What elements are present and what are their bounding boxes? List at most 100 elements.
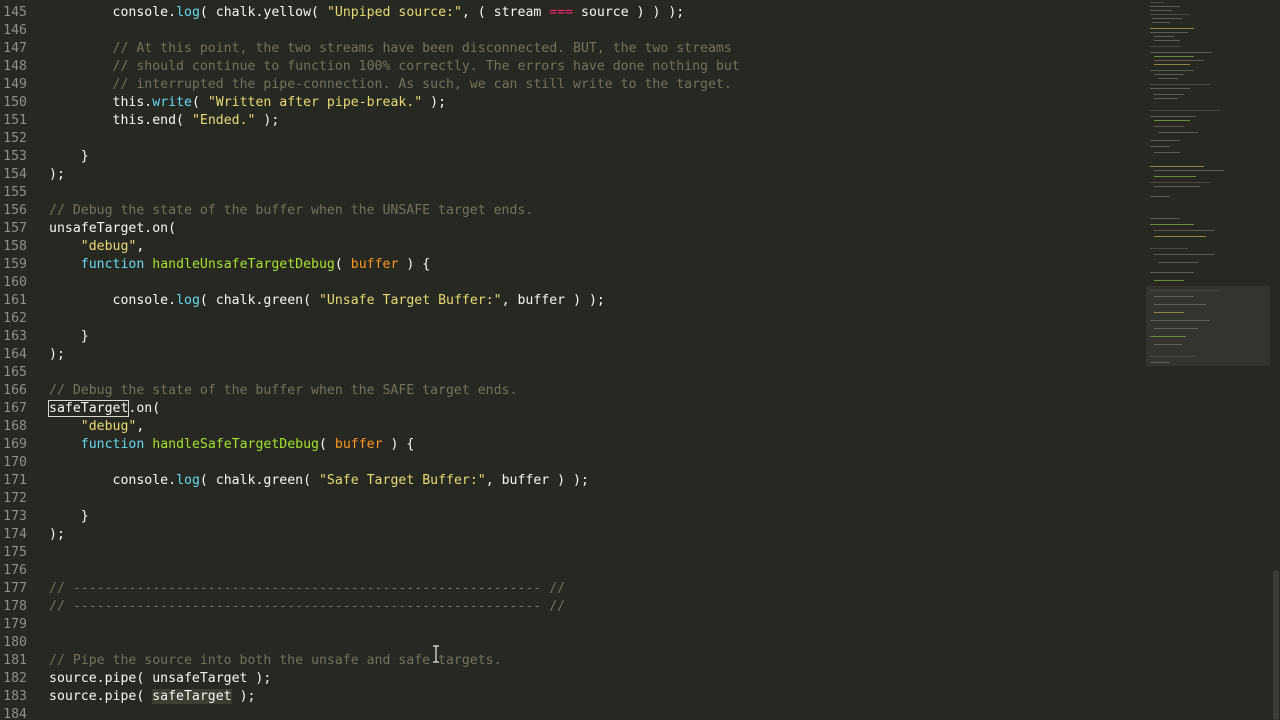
code-line[interactable]: 156 // Debug the state of the buffer when…: [0, 202, 1146, 220]
code-line[interactable]: 173 }: [0, 508, 1146, 526]
minimap-line: [1150, 290, 1220, 291]
code-line[interactable]: 177 // ----------------------------------…: [0, 580, 1146, 598]
code-editor[interactable]: 145 console.log( chalk.yellow( "Unpiped …: [0, 0, 1146, 720]
code-token: source ) ) );: [573, 5, 685, 20]
code-token: .on(: [128, 401, 161, 416]
code-token: buffer: [350, 257, 399, 272]
minimap-line: [1158, 262, 1198, 263]
code-line[interactable]: 152: [0, 130, 1146, 148]
minimap-line: [1150, 88, 1190, 89]
code-line[interactable]: 166 // Debug the state of the buffer when…: [0, 382, 1146, 400]
code-line[interactable]: 153 }: [0, 148, 1146, 166]
code-token: "Safe Target Buffer:": [318, 473, 486, 488]
line-number: 159: [3, 257, 27, 272]
line-number: 183: [3, 689, 27, 704]
code-line[interactable]: 179: [0, 616, 1146, 634]
line-number: 171: [3, 473, 27, 488]
scrollbar-thumb[interactable]: [1273, 570, 1279, 720]
code-line[interactable]: 182 source.pipe( unsafeTarget );: [0, 670, 1146, 688]
code-line[interactable]: 158 "debug",: [0, 238, 1146, 256]
line-number: 148: [3, 59, 27, 74]
code-text: safeTarget.on(: [47, 400, 161, 418]
code-line[interactable]: 164);: [0, 346, 1146, 364]
code-text: // Debug the state of the buffer when th…: [49, 202, 533, 220]
minimap[interactable]: [1146, 0, 1270, 720]
minimap-line: [1154, 120, 1190, 121]
line-number: 165: [3, 365, 27, 380]
code-line[interactable]: 159 function handleUnsafeTargetDebug( bu…: [0, 256, 1146, 274]
line-number: 179: [3, 617, 27, 632]
minimap-line: [1150, 356, 1196, 357]
code-token: .: [168, 293, 177, 308]
minimap-line: [1154, 304, 1206, 305]
code-line[interactable]: 148 // should continue to function 100% …: [0, 58, 1146, 76]
code-line[interactable]: 145 console.log( chalk.yellow( "Unpiped …: [0, 4, 1146, 22]
minimap-viewport[interactable]: [1146, 286, 1270, 366]
code-line[interactable]: 183 source.pipe( safeTarget );: [0, 688, 1146, 706]
line-number: 145: [3, 5, 27, 20]
line-number: 146: [3, 23, 27, 38]
code-line[interactable]: 151 this.end( "Ended." );: [0, 112, 1146, 130]
minimap-line: [1154, 236, 1206, 237]
code-text: unsafeTarget.on(: [49, 220, 176, 238]
minimap-line: [1154, 170, 1224, 171]
code-token: ( chalk.yellow(: [199, 5, 327, 20]
code-token: "debug": [80, 419, 137, 434]
code-token: );: [255, 113, 280, 128]
code-line[interactable]: 163 }: [0, 328, 1146, 346]
code-token: log: [176, 5, 200, 20]
line-number: 162: [3, 311, 27, 326]
code-line[interactable]: 150 this.write( "Written after pipe-brea…: [0, 94, 1146, 112]
minimap-line: [1154, 230, 1214, 231]
code-token: // Debug the state of the buffer when th…: [49, 383, 518, 398]
code-line[interactable]: 170: [0, 454, 1146, 472]
code-token: ) {: [382, 437, 415, 452]
code-text: source.pipe( safeTarget );: [49, 688, 255, 706]
code-token: console: [112, 5, 169, 20]
code-token: .end(: [144, 113, 192, 128]
code-line[interactable]: 169 function handleSafeTargetDebug( buff…: [0, 436, 1146, 454]
code-line[interactable]: 154);: [0, 166, 1146, 184]
code-line[interactable]: 181// Pipe the source into both the unsa…: [0, 652, 1146, 670]
minimap-line: [1150, 10, 1172, 11]
code-token: ,: [136, 239, 145, 254]
code-line[interactable]: 178 // ----------------------------------…: [0, 598, 1146, 616]
code-line[interactable]: 162: [0, 310, 1146, 328]
code-line[interactable]: 155: [0, 184, 1146, 202]
code-text: console.log( chalk.yellow( "Unpiped sour…: [49, 4, 685, 22]
code-token: safeTarget: [152, 689, 232, 704]
code-line[interactable]: 149 // interrupted the pipe-connection. …: [0, 76, 1146, 94]
code-token: // -------------------------------------…: [49, 581, 566, 596]
code-line[interactable]: 180: [0, 634, 1146, 652]
code-line[interactable]: 161 console.log( chalk.green( "Unsafe Ta…: [0, 292, 1146, 310]
code-line[interactable]: 146: [0, 22, 1146, 40]
code-line[interactable]: 160: [0, 274, 1146, 292]
minimap-line: [1154, 186, 1200, 187]
code-token: (: [191, 95, 208, 110]
code-line[interactable]: 147 // At this point, the two streams ha…: [0, 40, 1146, 58]
code-line[interactable]: 184: [0, 706, 1146, 720]
minimap-line: [1150, 116, 1196, 117]
code-token: source.pipe( unsafeTarget );: [49, 671, 272, 686]
code-line[interactable]: 172: [0, 490, 1146, 508]
code-token: "Ended.": [191, 113, 256, 128]
code-line[interactable]: 168 "debug",: [0, 418, 1146, 436]
minimap-line: [1154, 64, 1190, 65]
code-line[interactable]: 165: [0, 364, 1146, 382]
code-text: // interrupted the pipe-connection. As s…: [49, 76, 732, 94]
code-line[interactable]: 167 safeTarget.on(: [0, 400, 1146, 418]
line-number: 166: [3, 383, 27, 398]
code-line[interactable]: 171 console.log( chalk.green( "Safe Targ…: [0, 472, 1146, 490]
code-line[interactable]: 157 unsafeTarget.on(: [0, 220, 1146, 238]
code-token: ===: [549, 5, 574, 20]
code-line[interactable]: 176: [0, 562, 1146, 580]
minimap-line: [1150, 336, 1186, 337]
code-token: );: [49, 347, 65, 362]
code-token: console: [112, 293, 169, 308]
vertical-scrollbar[interactable]: [1272, 0, 1280, 720]
line-number: 180: [3, 635, 27, 650]
code-line[interactable]: 175: [0, 544, 1146, 562]
code-line[interactable]: 174);: [0, 526, 1146, 544]
